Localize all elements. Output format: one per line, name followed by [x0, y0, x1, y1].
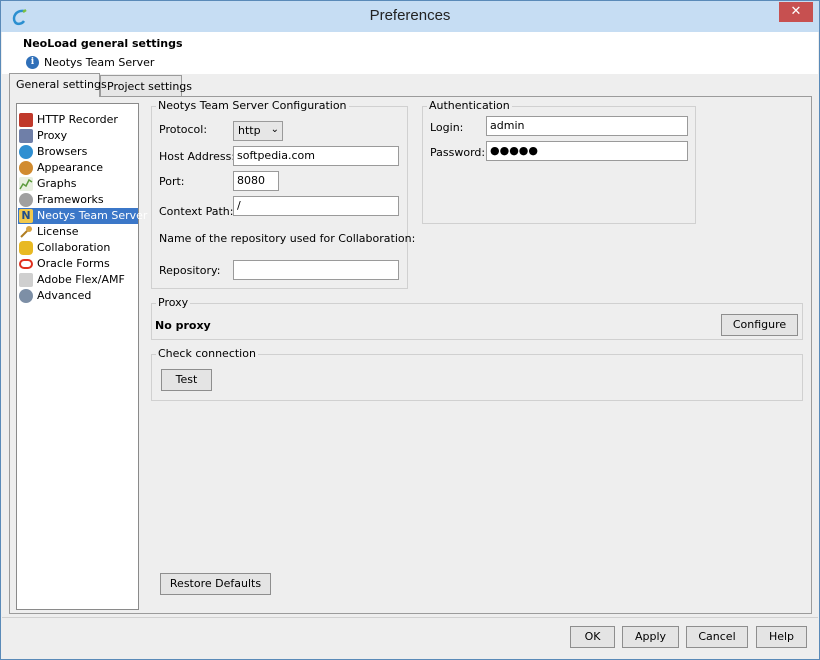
info-icon: i: [26, 56, 39, 69]
page-header: NeoLoad general settings i Neotys Team S…: [2, 32, 818, 74]
check-connection-group: Check connection Test: [151, 347, 803, 401]
sidebar-item-neotys-team-server[interactable]: N Neotys Team Server: [18, 208, 147, 224]
sidebar-item-graphs[interactable]: Graphs: [18, 176, 138, 192]
proxy-icon: [19, 129, 33, 143]
ok-button[interactable]: OK: [570, 626, 615, 648]
repository-label: Repository:: [159, 264, 221, 277]
frameworks-icon: [19, 193, 33, 207]
sidebar-item-license[interactable]: License: [18, 224, 138, 240]
sidebar-item-http-recorder[interactable]: HTTP Recorder: [18, 112, 138, 128]
login-input[interactable]: admin: [486, 116, 688, 136]
globe-icon: [19, 145, 33, 159]
password-label: Password:: [430, 146, 486, 159]
http-recorder-icon: [19, 113, 33, 127]
page-subtitle: Neotys Team Server: [44, 56, 155, 69]
authentication-title: Authentication: [427, 99, 512, 112]
graph-icon: [19, 177, 33, 191]
neotys-icon: N: [19, 209, 33, 223]
settings-category-list: HTTP Recorder Proxy Browsers Appearance …: [16, 103, 147, 610]
dialog-button-bar: OK Apply Cancel Help: [2, 617, 818, 659]
chevron-down-icon: ⌄: [270, 124, 279, 135]
flex-icon: [19, 273, 33, 287]
proxy-group: Proxy No proxy Configure: [151, 296, 803, 340]
sidebar-item-advanced[interactable]: Advanced: [18, 288, 138, 304]
cancel-button[interactable]: Cancel: [686, 626, 748, 648]
context-path-label: Context Path:: [159, 205, 234, 218]
close-window-button[interactable]: ✕: [779, 2, 813, 22]
gears-icon: [19, 289, 33, 303]
general-settings-panel: HTTP Recorder Proxy Browsers Appearance …: [9, 96, 812, 614]
key-icon: [20, 226, 32, 238]
restore-defaults-button[interactable]: Restore Defaults: [160, 573, 271, 595]
database-icon: [19, 241, 33, 255]
palette-icon: [19, 161, 33, 175]
protocol-label: Protocol:: [159, 123, 208, 136]
check-connection-title: Check connection: [156, 347, 258, 360]
sidebar-item-frameworks[interactable]: Frameworks: [18, 192, 138, 208]
window-title: Preferences: [369, 7, 451, 24]
sidebar-item-proxy[interactable]: Proxy: [18, 128, 138, 144]
sidebar-item-adobe-flex-amf[interactable]: Adobe Flex/AMF: [18, 272, 138, 288]
tab-general-settings[interactable]: General settings: [9, 73, 107, 97]
password-input[interactable]: ●●●●●: [486, 141, 688, 161]
authentication-group: Authentication Login: admin Password: ●●…: [422, 99, 696, 224]
apply-button[interactable]: Apply: [622, 626, 679, 648]
nts-configuration-title: Neotys Team Server Configuration: [156, 99, 349, 112]
protocol-select[interactable]: http ⌄: [233, 121, 283, 141]
preferences-window: Preferences ✕ NeoLoad general settings i…: [0, 0, 820, 660]
help-button[interactable]: Help: [756, 626, 807, 648]
proxy-status: No proxy: [155, 319, 211, 332]
host-address-input[interactable]: softpedia.com: [233, 146, 399, 166]
test-connection-button[interactable]: Test: [161, 369, 212, 391]
title-bar: Preferences ✕: [1, 1, 819, 32]
port-input[interactable]: 8080: [233, 171, 279, 191]
repository-note: Name of the repository used for Collabor…: [159, 232, 416, 245]
oracle-icon: [19, 259, 33, 269]
configure-proxy-button[interactable]: Configure: [721, 314, 798, 336]
proxy-title: Proxy: [156, 296, 191, 309]
host-address-label: Host Address:: [159, 150, 236, 163]
page-title: NeoLoad general settings: [23, 37, 183, 50]
context-path-input[interactable]: /: [233, 196, 399, 216]
repository-input[interactable]: [233, 260, 399, 280]
protocol-value: http: [238, 124, 261, 137]
sidebar-item-collaboration[interactable]: Collaboration: [18, 240, 138, 256]
login-label: Login:: [430, 121, 464, 134]
port-label: Port:: [159, 175, 185, 188]
sidebar-item-oracle-forms[interactable]: Oracle Forms: [18, 256, 138, 272]
sidebar-item-appearance[interactable]: Appearance: [18, 160, 138, 176]
tab-project-settings[interactable]: Project settings: [100, 75, 192, 97]
sidebar-item-browsers[interactable]: Browsers: [18, 144, 138, 160]
nts-configuration-group: Neotys Team Server Configuration Protoco…: [151, 99, 415, 289]
